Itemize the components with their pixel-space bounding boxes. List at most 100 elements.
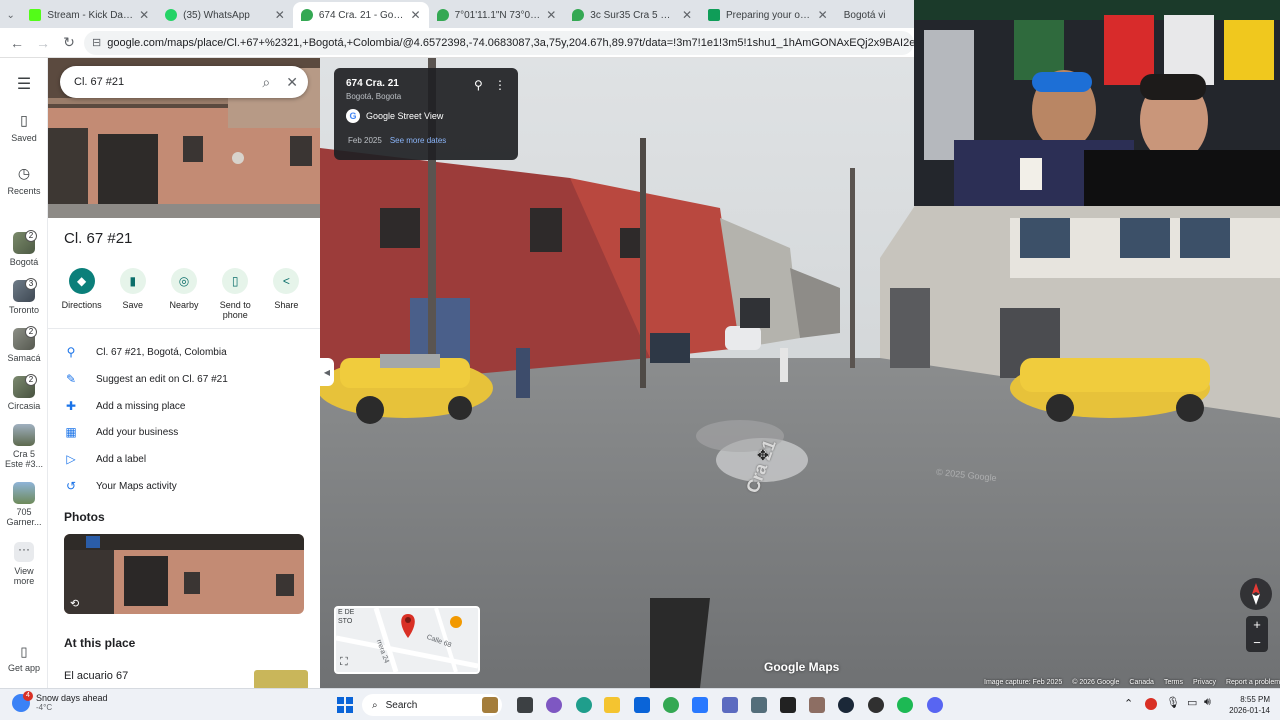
add-label-row[interactable]: ▷ Add a label [64,449,304,469]
store-icon[interactable] [692,697,708,713]
tab-coordinates[interactable]: 7°01'11.1"N 73°05'18.6"W ✕ [429,2,565,28]
add-business-row[interactable]: ▦ Add your business [64,422,304,442]
nearby-button[interactable]: ◎ Nearby [158,268,209,320]
zoom-controls: + − [1246,616,1268,652]
tray-chevron-icon[interactable]: ⌃ [1124,697,1133,710]
privacy-link[interactable]: Privacy [1193,679,1216,688]
steam-icon[interactable] [838,697,854,713]
capcut-icon[interactable] [780,697,796,713]
back-arrow-icon[interactable]: ← [6,32,28,54]
search-icon[interactable]: ⌕ [262,74,270,91]
file-explorer-icon[interactable] [604,697,620,713]
close-icon[interactable]: ✕ [139,8,149,22]
save-button[interactable]: ▮ Save [107,268,158,320]
minimap[interactable]: E DE STO Calle 68 rrera 24 ⛶ [334,606,480,674]
search-box[interactable]: Cl. 67 #21 ⌕ ✕ [60,66,308,98]
rail-saved[interactable]: ▯ Saved [0,112,48,143]
rail-recents[interactable]: ◷ Recents [0,165,48,196]
location-pin-icon[interactable]: ⚲ [474,78,483,92]
tab-3c-sur35[interactable]: 3c Sur35 Cra 5 Este - Goo ✕ [564,2,700,28]
tab-preparing-order[interactable]: Preparing your order... | L ✕ [700,2,836,28]
close-icon[interactable]: ✕ [546,8,556,22]
close-icon[interactable]: ✕ [411,8,421,22]
notes-icon[interactable] [809,697,825,713]
place-item-thumbnail[interactable] [254,670,308,688]
tray-app-icon[interactable] [1145,698,1157,710]
zoom-in-button[interactable]: + [1246,616,1268,634]
rail-recents-label: Recents [7,186,41,196]
address-row[interactable]: ⚲ Cl. 67 #21, Bogotá, Colombia [64,342,304,362]
obs-icon[interactable] [868,697,884,713]
widgets-icon[interactable] [482,697,498,713]
directions-button[interactable]: ◆ Directions [56,268,107,320]
search-input[interactable]: Cl. 67 #21 [74,76,262,88]
tab-google-maps-active[interactable]: 674 Cra. 21 - Google Maps ✕ [292,2,429,28]
chrome-icon[interactable] [663,697,679,713]
taskbar-search[interactable]: ⌕ Search [362,694,502,716]
count-badge: 2 [25,326,37,338]
close-icon[interactable]: ✕ [682,8,692,22]
zoom-out-button[interactable]: − [1246,634,1268,652]
send-to-phone-icon: ▯ [222,268,249,294]
suggest-edit-row[interactable]: ✎ Suggest an edit on Cl. 67 #21 [64,369,304,389]
rail-get-app[interactable]: ▯ Get app [0,644,48,673]
maps-favicon-icon [436,9,449,21]
spotify-icon[interactable] [897,697,913,713]
copilot-icon[interactable] [546,697,562,713]
action-label: Directions [61,300,102,310]
rail-view-more[interactable]: ··· View more [0,542,48,586]
rail-recent-cra5[interactable]: Cra 5 Este #3... [0,424,48,469]
close-icon[interactable]: ✕ [275,8,285,22]
terms-link[interactable]: Terms [1164,679,1183,688]
tab-title: Bogotá vi [843,9,886,21]
windows-start-icon[interactable] [337,697,353,713]
network-icon[interactable]: ▭ [1187,696,1197,709]
edge-icon[interactable] [576,697,592,713]
tab-bogota[interactable]: Bogotá vi [836,2,914,28]
site-info-icon[interactable]: ⊟ [92,36,101,49]
outlook-icon[interactable] [634,697,650,713]
system-clock[interactable]: 8:55 PM 2026-01-14 [1222,694,1270,716]
apps-grid-icon[interactable] [751,697,767,713]
report-problem-link[interactable]: Report a problem [1226,679,1280,688]
info-text: Your Maps activity [96,480,177,492]
photo-thumbnail[interactable]: ⟲ [64,534,304,614]
tab-search-chevron-icon[interactable]: ⌄ [0,2,21,28]
rail-recent-circasia[interactable]: 2 Circasia [0,374,48,411]
forward-arrow-icon[interactable]: → [32,32,54,54]
rail-recent-samaca[interactable]: 2 Samacá [0,326,48,363]
fullscreen-icon[interactable]: ⛶ [340,656,348,669]
rail-recent-toronto[interactable]: 3 Toronto [0,278,48,315]
region-link[interactable]: Canada [1129,679,1154,688]
add-missing-place-row[interactable]: ✚ Add a missing place [64,396,304,416]
recent-label: Circasia [7,401,41,411]
compass-button[interactable] [1240,578,1272,610]
collapse-panel-button[interactable]: ◀ [320,358,334,386]
task-view-icon[interactable] [517,697,533,713]
weather-widget[interactable]: 4 Snow days ahead -4°C [12,690,108,712]
tab-kick-dashboard[interactable]: Stream - Kick Dashboard ✕ [21,2,157,28]
share-button[interactable]: < Share [261,268,312,320]
more-vert-icon[interactable]: ⋮ [494,78,506,92]
rail-recent-bogota[interactable]: 2 Bogotá [0,230,48,267]
minimap-label-2: STO [338,618,353,625]
close-icon[interactable]: ✕ [286,74,298,91]
address-bar[interactable]: ⊟ google.com/maps/place/Cl.+67+%2321,+Bo… [84,30,914,55]
app-icon[interactable] [722,697,738,713]
notification-badge: 4 [23,690,33,701]
place-item-name[interactable]: El acuario 67 [64,670,128,682]
microphone-icon[interactable]: 🎙︎ [1166,696,1180,709]
webcam-overlay [914,0,1280,206]
maps-activity-row[interactable]: ↺ Your Maps activity [64,476,304,496]
recent-thumbnail: 2 [13,230,37,254]
close-icon[interactable]: ✕ [818,8,828,22]
send-to-phone-button[interactable]: ▯ Send to phone [210,268,261,320]
tab-whatsapp[interactable]: (35) WhatsApp ✕ [157,2,293,28]
see-more-dates-link[interactable]: See more dates [390,136,446,145]
volume-icon[interactable]: 🔊︎ [1204,696,1211,709]
discord-icon[interactable] [927,697,943,713]
place-title: Cl. 67 #21 [64,230,133,247]
rail-recent-705-garner[interactable]: 705 Garner... [0,482,48,527]
hamburger-icon[interactable]: ☰ [0,74,48,94]
reload-icon[interactable]: ↻ [58,32,80,54]
